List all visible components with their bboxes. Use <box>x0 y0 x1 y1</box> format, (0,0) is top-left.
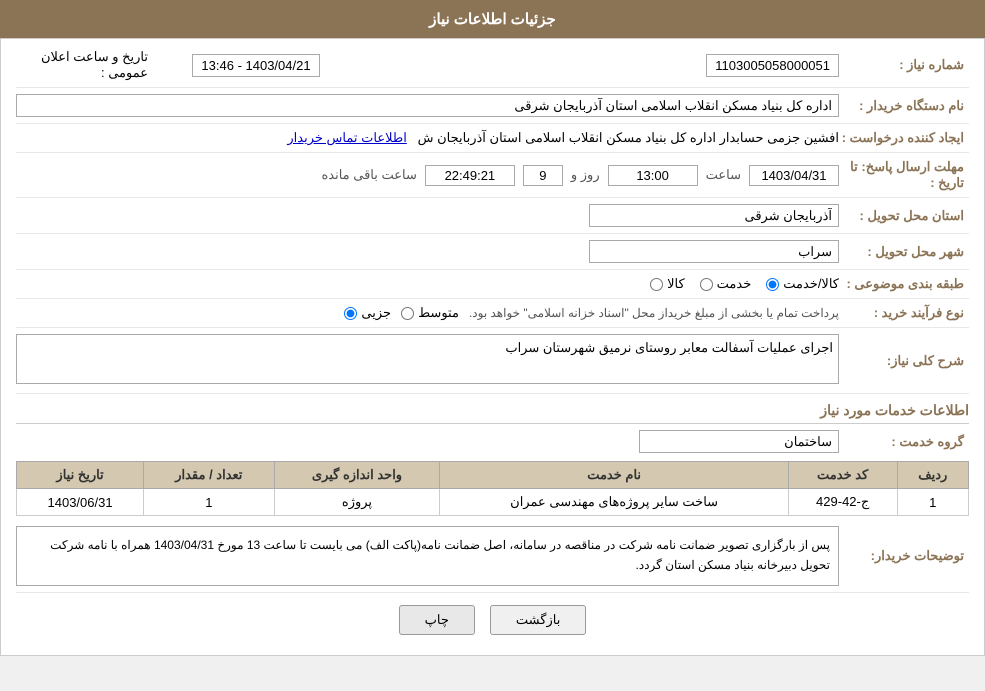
category-khedmat-radio[interactable] <box>700 278 713 291</box>
process-jazii-label: جزیی <box>361 305 391 321</box>
process-mutavassit-radio[interactable] <box>401 307 414 320</box>
creator-value: افشین جزمی حسابدار اداره کل بنیاد مسکن ا… <box>418 130 839 145</box>
services-section-title: اطلاعات خدمات مورد نیاز <box>16 402 969 424</box>
category-khedmat-label: خدمت <box>717 276 752 292</box>
notes-label: توضیحات خریدار: <box>839 548 969 564</box>
need-number-label: شماره نیاز : <box>839 57 969 73</box>
city-input[interactable] <box>589 240 839 263</box>
category-kala-khedmat-label: کالا/خدمت <box>783 276 839 292</box>
description-row: شرح کلی نیاز: <box>16 334 969 394</box>
col-name: نام خدمت <box>440 462 788 489</box>
deadline-remaining-label: ساعت باقی مانده <box>321 167 416 183</box>
deadline-label: مهلت ارسال پاسخ: تا تاریخ : <box>839 159 969 191</box>
city-row: شهر محل تحویل : <box>16 240 969 270</box>
service-group-input[interactable] <box>639 430 839 453</box>
need-number-value: 1103005058000051 <box>706 54 839 77</box>
notes-row: توضیحات خریدار: پس از بارگزاری تصویر ضما… <box>16 526 969 593</box>
category-label: طبقه بندی موضوعی : <box>839 276 969 292</box>
category-khedmat-item: خدمت <box>700 276 752 292</box>
deadline-remaining-value: 22:49:21 <box>425 165 515 186</box>
category-kala-label: کالا <box>667 276 685 292</box>
creator-label: ایجاد کننده درخواست : <box>839 130 969 146</box>
announce-label: تاریخ و ساعت اعلان عمومی : <box>16 49 156 81</box>
creator-row: ایجاد کننده درخواست : افشین جزمی حسابدار… <box>16 130 969 153</box>
notes-content: پس از بارگزاری تصویر ضمانت نامه شرکت در … <box>16 526 839 586</box>
deadline-date: 1403/04/31 <box>749 165 839 186</box>
category-row: طبقه بندی موضوعی : کالا خدمت کالا/خدمت <box>16 276 969 299</box>
process-jazii-radio[interactable] <box>344 307 357 320</box>
process-label: نوع فرآیند خرید : <box>839 305 969 321</box>
process-description: پرداخت تمام یا بخشی از مبلغ خریداز محل "… <box>469 306 839 320</box>
category-kala-radio[interactable] <box>650 278 663 291</box>
description-label: شرح کلی نیاز: <box>839 353 969 369</box>
province-label: استان محل تحویل : <box>839 208 969 224</box>
service-group-label: گروه خدمت : <box>839 434 969 450</box>
deadline-time-value: 13:00 <box>608 165 698 186</box>
col-qty: تعداد / مقدار <box>144 462 274 489</box>
col-code: کد خدمت <box>788 462 897 489</box>
service-group-row: گروه خدمت : <box>16 430 969 453</box>
table-header-row: ردیف کد خدمت نام خدمت واحد اندازه گیری ت… <box>17 462 969 489</box>
process-mutavassit-label: متوسط <box>418 305 459 321</box>
process-row: نوع فرآیند خرید : پرداخت تمام یا بخشی از… <box>16 305 969 328</box>
page-header: جزئیات اطلاعات نیاز <box>0 0 985 38</box>
category-kala-item: کالا <box>650 276 685 292</box>
category-kala-khedmat-radio[interactable] <box>766 278 779 291</box>
services-table: ردیف کد خدمت نام خدمت واحد اندازه گیری ت… <box>16 461 969 516</box>
announce-value: 1403/04/21 - 13:46 <box>192 54 319 77</box>
city-label: شهر محل تحویل : <box>839 244 969 260</box>
category-kala-khedmat-item: کالا/خدمت <box>766 276 839 292</box>
col-date: تاریخ نیاز <box>17 462 144 489</box>
deadline-days-label: روز و <box>571 167 600 183</box>
process-jazii-item: جزیی <box>344 305 391 321</box>
description-textarea[interactable] <box>16 334 839 384</box>
deadline-days-value: 9 <box>523 165 563 186</box>
button-row: بازگشت چاپ <box>16 605 969 635</box>
buyer-org-input[interactable] <box>16 94 839 117</box>
creator-link[interactable]: اطلاعات تماس خریدار <box>287 130 406 145</box>
deadline-row: مهلت ارسال پاسخ: تا تاریخ : 1403/04/31 س… <box>16 159 969 198</box>
buyer-org-row: نام دستگاه خریدار : <box>16 94 969 124</box>
back-button[interactable]: بازگشت <box>490 605 586 635</box>
buyer-org-label: نام دستگاه خریدار : <box>839 98 969 114</box>
process-mutavassit-item: متوسط <box>401 305 459 321</box>
col-row: ردیف <box>897 462 968 489</box>
table-row: 1ج-42-429ساخت سایر پروژه‌های مهندسی عمرا… <box>17 489 969 516</box>
province-input[interactable] <box>589 204 839 227</box>
province-row: استان محل تحویل : <box>16 204 969 234</box>
col-unit: واحد اندازه گیری <box>274 462 440 489</box>
deadline-time-label: ساعت <box>706 167 741 183</box>
page-title: جزئیات اطلاعات نیاز <box>429 11 556 28</box>
need-number-row: شماره نیاز : 1103005058000051 1403/04/21… <box>16 49 969 88</box>
print-button[interactable]: چاپ <box>399 605 475 635</box>
